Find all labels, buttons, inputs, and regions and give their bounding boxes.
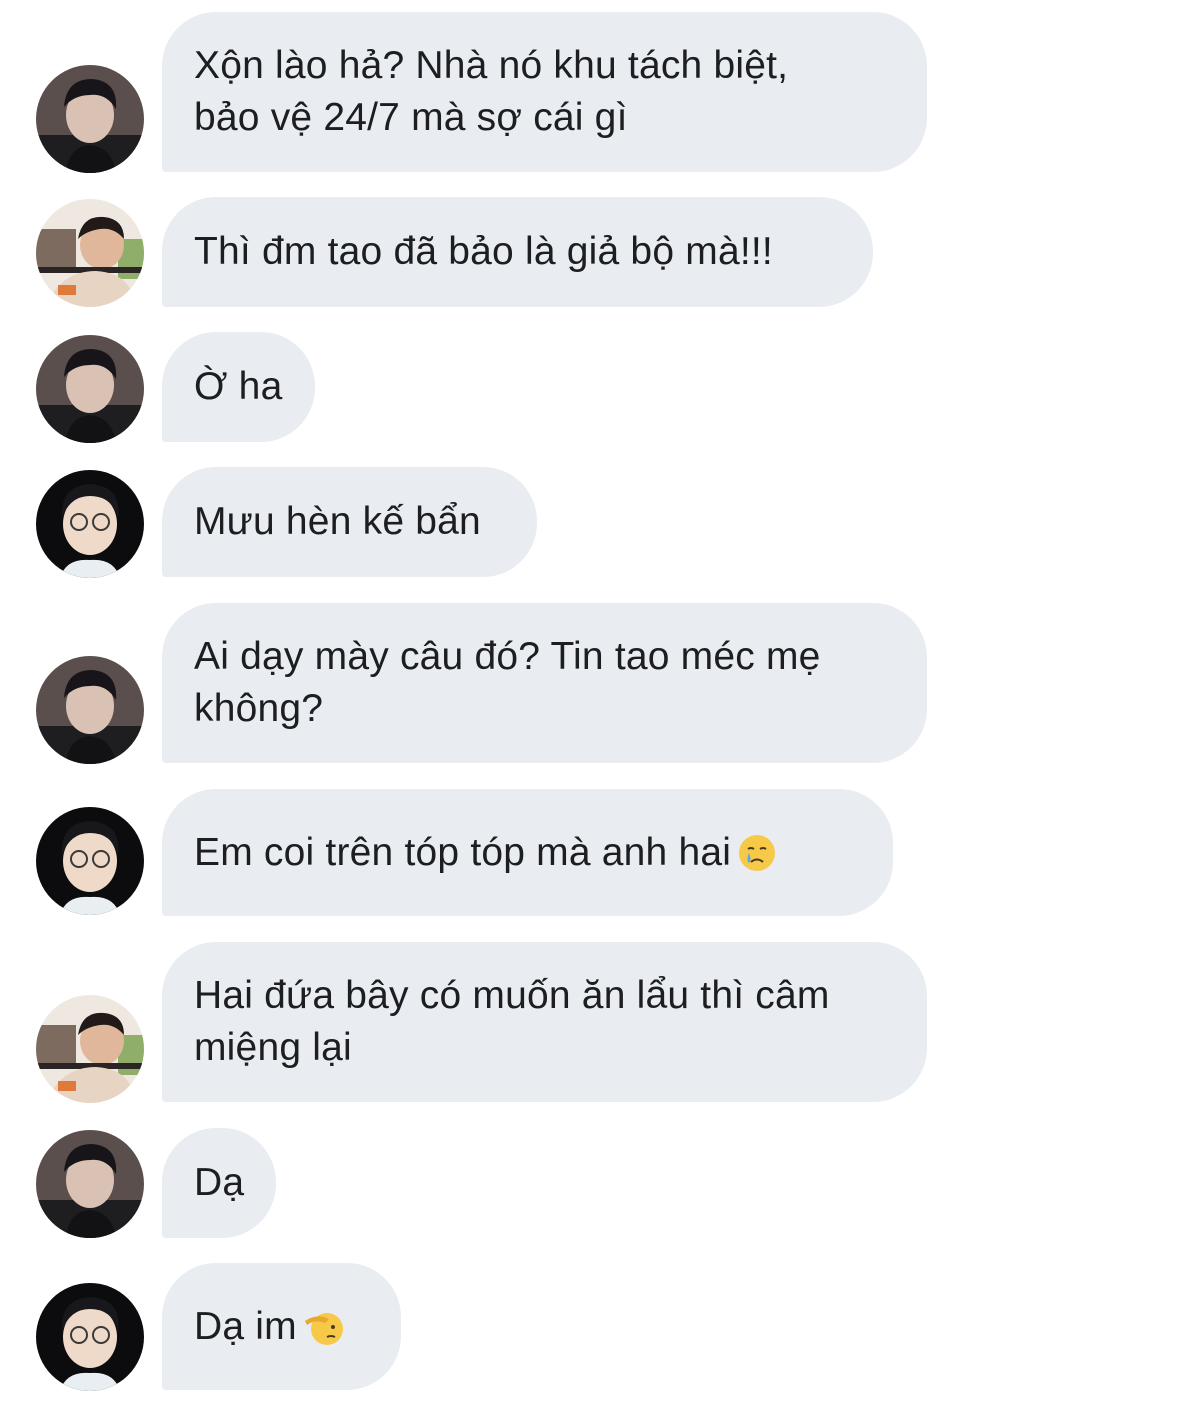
avatar[interactable] [36,807,144,915]
message-bubble[interactable]: Xộn lào hả? Nhà nó khu tách biệt, bảo vệ… [162,12,927,172]
message-bubble[interactable]: Ai dạy mày câu đó? Tin tao méc mẹ không? [162,603,927,763]
avatar[interactable] [36,335,144,443]
avatar[interactable] [36,65,144,173]
crying-face-icon [737,833,777,873]
saluting-face-icon [303,1307,343,1347]
message-text: Xộn lào hả? Nhà nó khu tách biệt, bảo vệ… [194,44,789,139]
message-bubble[interactable]: Dạ [162,1128,276,1238]
message-bubble[interactable]: Dạ im [162,1263,401,1390]
message-text: Dạ [194,1161,245,1204]
message-bubble[interactable]: Thì đm tao đã bảo là giả bộ mà!!! [162,197,873,307]
avatar[interactable] [36,199,144,307]
message-text: Mưu hèn kế bẩn [194,500,481,543]
message-text: Em coi trên tóp tóp mà anh hai [194,830,732,874]
message-text: Thì đm tao đã bảo là giả bộ mà!!! [194,230,773,273]
message-bubble[interactable]: Ờ ha [162,332,315,442]
message-text: Hai đứa bây có muốn ăn lẩu thì câm miệng… [194,974,830,1069]
avatar[interactable] [36,995,144,1103]
message-bubble[interactable]: Em coi trên tóp tóp mà anh hai [162,789,893,916]
message-text: Ờ ha [194,365,283,408]
avatar[interactable] [36,1130,144,1238]
message-text: Dạ im [194,1304,297,1348]
avatar[interactable] [36,1283,144,1391]
avatar[interactable] [36,656,144,764]
message-bubble[interactable]: Mưu hèn kế bẩn [162,467,537,577]
message-text: Ai dạy mày câu đó? Tin tao méc mẹ không? [194,635,821,730]
message-bubble[interactable]: Hai đứa bây có muốn ăn lẩu thì câm miệng… [162,942,927,1102]
avatar[interactable] [36,470,144,578]
